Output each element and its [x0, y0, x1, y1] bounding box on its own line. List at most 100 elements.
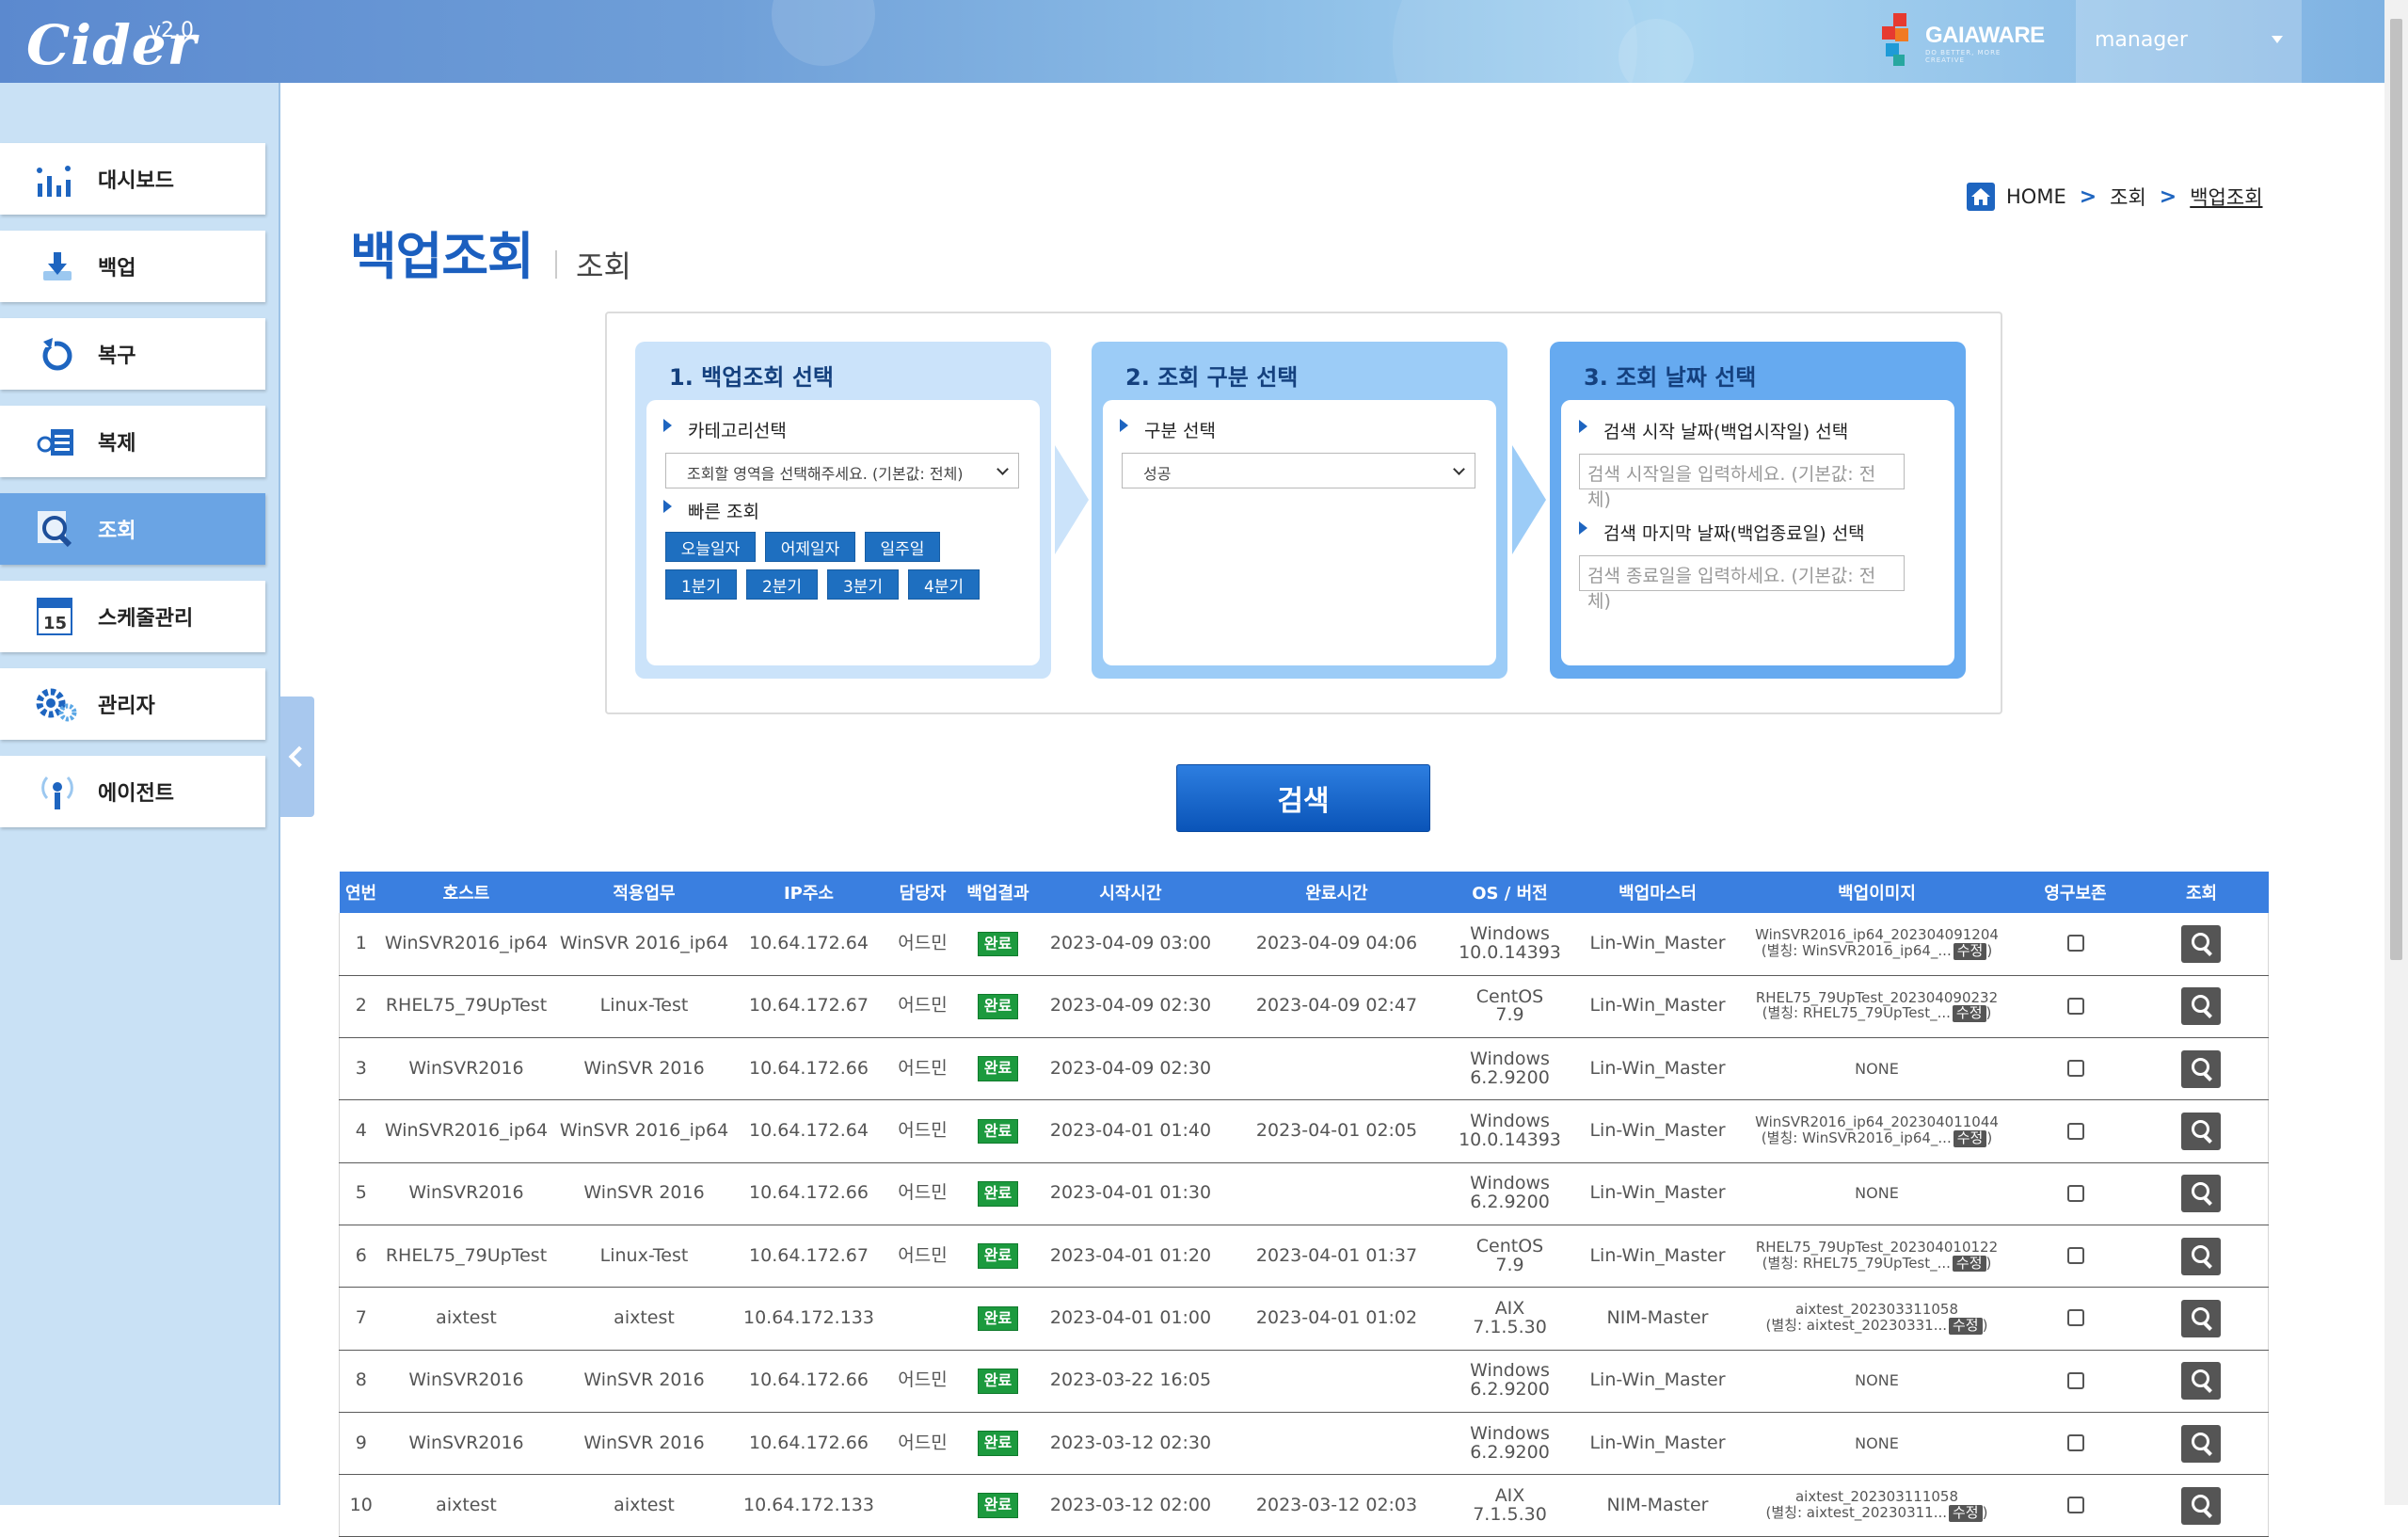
edit-alias-button[interactable]: 수정 — [1953, 942, 1987, 960]
edit-alias-button[interactable]: 수정 — [1949, 1317, 1983, 1335]
edit-alias-button[interactable]: 수정 — [1952, 1005, 1986, 1023]
home-icon[interactable] — [1967, 183, 1995, 211]
table-row[interactable]: 8 WinSVR2016 WinSVR 2016 10.64.172.66 어드민 완료 2… — [339, 1350, 2269, 1413]
sidebar-item-search[interactable]: 조회 — [0, 493, 265, 565]
permanent-checkbox[interactable] — [2066, 1497, 2084, 1514]
permanent-checkbox[interactable] — [2066, 1184, 2084, 1202]
view-detail-button[interactable] — [2181, 1113, 2222, 1151]
cell-permanent[interactable] — [2016, 1037, 2135, 1101]
sidebar-item-backup[interactable]: 백업 — [0, 231, 265, 302]
quick-q2-button[interactable]: 2분기 — [746, 569, 818, 600]
view-detail-button[interactable] — [2181, 987, 2222, 1026]
column-header[interactable]: 적용업무 — [550, 872, 739, 913]
breadcrumb-current[interactable]: 백업조회 — [2190, 183, 2262, 211]
edit-alias-button[interactable]: 수정 — [1952, 1255, 1986, 1273]
cell-view[interactable] — [2134, 975, 2269, 1039]
sidebar-item-schedule[interactable]: 15 스케줄관리 — [0, 581, 265, 652]
column-header[interactable]: 백업결과 — [965, 872, 1030, 913]
edit-alias-button[interactable]: 수정 — [1949, 1504, 1983, 1522]
view-detail-button[interactable] — [2181, 1486, 2222, 1525]
page-scrollbar[interactable] — [2384, 0, 2408, 1505]
sidebar-item-restore[interactable]: 복구 — [0, 318, 265, 390]
quick-week-button[interactable]: 일주일 — [865, 532, 940, 562]
column-header[interactable]: 완료시간 — [1231, 872, 1443, 913]
permanent-checkbox[interactable] — [2066, 1371, 2084, 1389]
cell-permanent[interactable] — [2016, 975, 2135, 1039]
column-header[interactable]: 호스트 — [382, 872, 550, 913]
category-select[interactable]: 조회할 영역을 선택해주세요. (기본값: 전체) — [665, 453, 1019, 488]
quick-today-button[interactable]: 오늘일자 — [665, 532, 756, 562]
breadcrumb-level1[interactable]: 조회 — [2110, 183, 2146, 211]
view-detail-button[interactable] — [2181, 1237, 2222, 1275]
column-header[interactable]: 시작시간 — [1029, 872, 1232, 913]
column-header[interactable]: 조회 — [2134, 872, 2269, 913]
table-row[interactable]: 7 aixtest aixtest 10.64.172.133 완료 2023-04-01… — [339, 1287, 2269, 1351]
view-detail-button[interactable] — [2181, 1299, 2222, 1337]
cell-view[interactable] — [2134, 1350, 2269, 1413]
permanent-checkbox[interactable] — [2066, 935, 2084, 953]
quick-q1-button[interactable]: 1분기 — [665, 569, 737, 600]
scrollbar-thumb[interactable] — [2390, 19, 2402, 960]
view-detail-button[interactable] — [2181, 924, 2222, 963]
column-header[interactable]: 영구보존 — [2016, 872, 2135, 913]
cell-permanent[interactable] — [2016, 1287, 2135, 1351]
column-header[interactable]: OS / 버전 — [1442, 872, 1578, 913]
cell-permanent[interactable] — [2016, 1162, 2135, 1225]
cell-view[interactable] — [2134, 1225, 2269, 1289]
table-row[interactable]: 3 WinSVR2016 WinSVR 2016 10.64.172.66 어드민 완료 2… — [339, 1037, 2269, 1101]
cell-permanent[interactable] — [2016, 1474, 2135, 1537]
permanent-checkbox[interactable] — [2066, 1060, 2084, 1078]
permanent-checkbox[interactable] — [2066, 1122, 2084, 1140]
quick-q3-button[interactable]: 3분기 — [827, 569, 899, 600]
permanent-checkbox[interactable] — [2066, 1434, 2084, 1452]
sidebar-item-agent[interactable]: 에이전트 — [0, 756, 265, 827]
cell-permanent[interactable] — [2016, 1099, 2135, 1163]
cell-master: Lin-Win_Master — [1577, 1412, 1738, 1476]
cell-view[interactable] — [2134, 1474, 2269, 1537]
cell-permanent[interactable] — [2016, 1412, 2135, 1476]
search-button[interactable]: 검색 — [1176, 764, 1430, 832]
quick-q4-button[interactable]: 4분기 — [908, 569, 980, 600]
sidebar-item-admin[interactable]: 관리자 — [0, 668, 265, 740]
column-header[interactable]: 담당자 — [879, 872, 966, 913]
cell-view[interactable] — [2134, 1099, 2269, 1163]
permanent-checkbox[interactable] — [2066, 1309, 2084, 1327]
permanent-checkbox[interactable] — [2066, 1247, 2084, 1265]
view-detail-button[interactable] — [2181, 1175, 2222, 1213]
start-date-input[interactable]: 검색 시작일을 입력하세요. (기본값: 전체) — [1579, 454, 1905, 510]
backup-image-name: aixtest_202303311058 — [1794, 1301, 1959, 1319]
column-header[interactable]: 백업마스터 — [1577, 872, 1738, 913]
cell-view[interactable] — [2134, 1287, 2269, 1351]
breadcrumb-home[interactable]: HOME — [2006, 185, 2066, 208]
column-header[interactable]: 백업이미지 — [1737, 872, 2017, 913]
edit-alias-button[interactable]: 수정 — [1953, 1130, 1987, 1147]
user-menu[interactable]: manager — [2076, 0, 2302, 83]
table-row[interactable]: 5 WinSVR2016 WinSVR 2016 10.64.172.66 어드민 완료 2… — [339, 1162, 2269, 1225]
view-detail-button[interactable] — [2181, 1049, 2222, 1088]
sidebar-item-dashboard[interactable]: 대시보드 — [0, 143, 265, 215]
table-row[interactable]: 1 WinSVR2016_ip64 WinSVR 2016_ip64 10.64.17… — [339, 913, 2269, 976]
sidebar-item-replicate[interactable]: 복제 — [0, 406, 265, 477]
cell-view[interactable] — [2134, 1037, 2269, 1101]
column-header[interactable]: IP주소 — [738, 872, 880, 913]
type-select[interactable]: 성공 — [1122, 453, 1475, 488]
view-detail-button[interactable] — [2181, 1362, 2222, 1401]
end-date-input[interactable]: 검색 종료일을 입력하세요. (기본값: 전체) — [1579, 555, 1905, 612]
cell-view[interactable] — [2134, 913, 2269, 976]
table-row[interactable]: 6 RHEL75_79UpTest Linux-Test 10.64.172.67 어드… — [339, 1225, 2269, 1289]
cell-view[interactable] — [2134, 1412, 2269, 1476]
cell-permanent[interactable] — [2016, 913, 2135, 976]
sidebar-collapse-button[interactable] — [280, 696, 314, 817]
table-row[interactable]: 4 WinSVR2016_ip64 WinSVR 2016_ip64 10.64.17… — [339, 1099, 2269, 1163]
cell-permanent[interactable] — [2016, 1350, 2135, 1413]
quick-yesterday-button[interactable]: 어제일자 — [765, 532, 855, 562]
table-row[interactable]: 2 RHEL75_79UpTest Linux-Test 10.64.172.67 어드… — [339, 975, 2269, 1039]
permanent-checkbox[interactable] — [2066, 997, 2084, 1015]
cell-permanent[interactable] — [2016, 1225, 2135, 1289]
cell-image: NONE — [1737, 1350, 2017, 1413]
column-header[interactable]: 연번 — [339, 872, 383, 913]
view-detail-button[interactable] — [2181, 1424, 2222, 1463]
table-row[interactable]: 9 WinSVR2016 WinSVR 2016 10.64.172.66 어드민 완료 2… — [339, 1412, 2269, 1476]
table-row[interactable]: 10 aixtest aixtest 10.64.172.133 완료 2023-03-1… — [339, 1474, 2269, 1537]
cell-view[interactable] — [2134, 1162, 2269, 1225]
